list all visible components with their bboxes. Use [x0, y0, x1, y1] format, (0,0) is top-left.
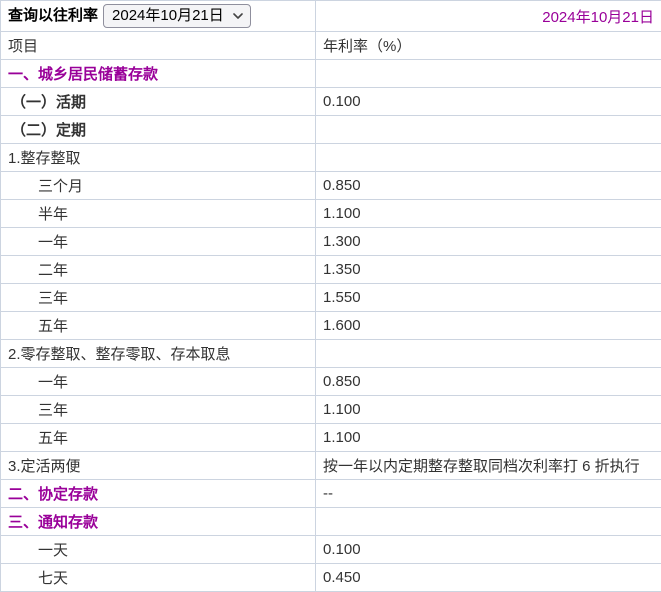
rate-cell: 0.100 [316, 88, 661, 116]
rate-cell: 1.100 [316, 396, 661, 424]
rate-cell: 1.100 [316, 200, 661, 228]
rate-cell: 1.300 [316, 228, 661, 256]
rate-cell: 1.600 [316, 312, 661, 340]
item-cell: 二、协定存款 [1, 480, 316, 508]
rates-table: 查询以往利率2024年10月21日 2024年10月21日 项目 年利率（%） … [0, 0, 661, 592]
rate-cell: 1.550 [316, 284, 661, 312]
item-cell: 五年 [1, 424, 316, 452]
item-cell: 三年 [1, 396, 316, 424]
rate-cell: 0.100 [316, 536, 661, 564]
item-cell: 一、城乡居民储蓄存款 [1, 60, 316, 88]
item-cell: 3.定活两便 [1, 452, 316, 480]
rate-cell [316, 116, 661, 144]
table-row: 三年1.550 [1, 284, 661, 312]
rate-cell: 1.350 [316, 256, 661, 284]
table-row: 3.定活两便按一年以内定期整存整取同档次利率打 6 折执行 [1, 452, 661, 480]
rate-cell: 0.850 [316, 368, 661, 396]
rate-cell [316, 60, 661, 88]
toolbar-cell: 查询以往利率 2024年10月21日 [1, 1, 316, 32]
rate-cell: 0.850 [316, 172, 661, 200]
table-row: 二、协定存款-- [1, 480, 661, 508]
rate-cell [316, 508, 661, 536]
item-cell: 七天 [1, 564, 316, 592]
table-row: 七天0.450 [1, 564, 661, 592]
item-cell: 五年 [1, 312, 316, 340]
current-date: 2024年10月21日 [542, 9, 654, 26]
table-row: 五年1.600 [1, 312, 661, 340]
table-row: 一、城乡居民储蓄存款 [1, 60, 661, 88]
table-row: 一年0.850 [1, 368, 661, 396]
header-rate: 年利率（%） [316, 32, 661, 60]
header-item: 项目 [1, 32, 316, 60]
item-cell: （一）活期 [1, 88, 316, 116]
item-cell: 一年 [1, 368, 316, 396]
item-cell: 二年 [1, 256, 316, 284]
rate-cell [316, 340, 661, 368]
item-cell: 1.整存整取 [1, 144, 316, 172]
table-row: 2.零存整取、整存零取、存本取息 [1, 340, 661, 368]
table-row: 1.整存整取 [1, 144, 661, 172]
item-cell: 半年 [1, 200, 316, 228]
item-cell: 一天 [1, 536, 316, 564]
table-row: （一）活期0.100 [1, 88, 661, 116]
table-row: 一年1.300 [1, 228, 661, 256]
table-row: 三、通知存款 [1, 508, 661, 536]
date-select-wrap: 2024年10月21日 [103, 4, 251, 28]
item-cell: 2.零存整取、整存零取、存本取息 [1, 340, 316, 368]
table-header-row: 项目 年利率（%） [1, 32, 661, 60]
toolbar-row: 查询以往利率 2024年10月21日 2024年10月21日 [1, 1, 661, 32]
item-cell: （二）定期 [1, 116, 316, 144]
table-row: 二年1.350 [1, 256, 661, 284]
rate-cell: 0.450 [316, 564, 661, 592]
table-row: 五年1.100 [1, 424, 661, 452]
item-cell: 一年 [1, 228, 316, 256]
table-row: 三年1.100 [1, 396, 661, 424]
date-select[interactable]: 2024年10月21日 [103, 4, 251, 28]
rate-cell: -- [316, 480, 661, 508]
query-label: 查询以往利率 [8, 7, 98, 24]
table-row: 一天0.100 [1, 536, 661, 564]
item-cell: 三个月 [1, 172, 316, 200]
rate-cell: 1.100 [316, 424, 661, 452]
rates-table-body: 一、城乡居民储蓄存款（一）活期0.100（二）定期1.整存整取三个月0.850半… [1, 60, 661, 592]
table-row: 三个月0.850 [1, 172, 661, 200]
table-row: 半年1.100 [1, 200, 661, 228]
rate-cell [316, 144, 661, 172]
table-row: （二）定期 [1, 116, 661, 144]
rate-cell: 按一年以内定期整存整取同档次利率打 6 折执行 [316, 452, 661, 480]
item-cell: 三年 [1, 284, 316, 312]
current-date-cell: 2024年10月21日 [316, 1, 661, 32]
item-cell: 三、通知存款 [1, 508, 316, 536]
